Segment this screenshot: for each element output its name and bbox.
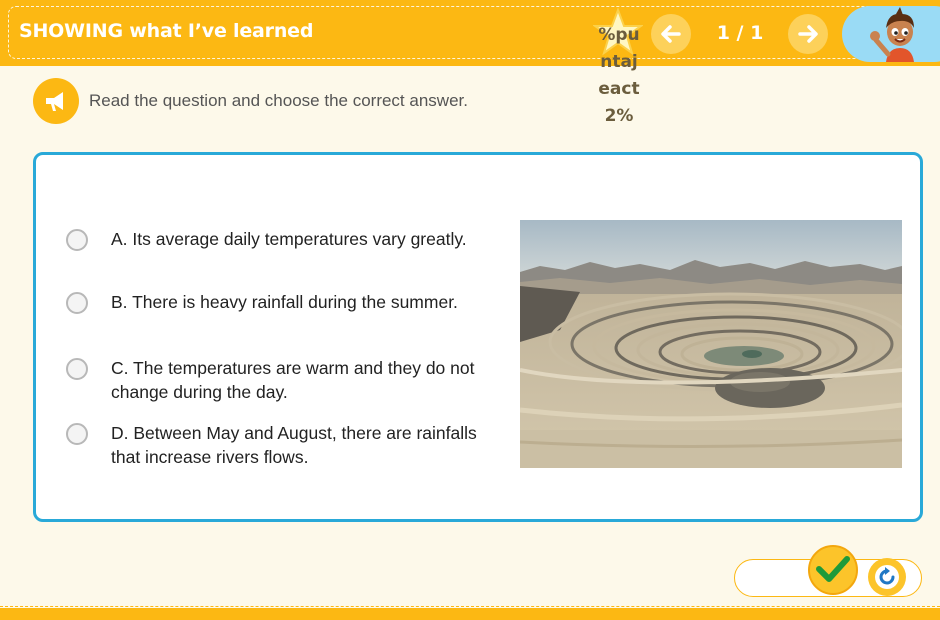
instruction-text: Read the question and choose the correct… (89, 91, 468, 110)
radio-button[interactable] (66, 292, 88, 314)
previous-button[interactable] (651, 14, 691, 54)
megaphone-icon (46, 92, 63, 111)
checkmark-icon (816, 556, 850, 582)
reset-button[interactable] (868, 558, 906, 596)
radio-button[interactable] (66, 229, 88, 251)
option-label: B. There is heavy rainfall during the su… (111, 292, 458, 312)
next-button[interactable] (788, 14, 828, 54)
option-label: A. Its average daily temperatures vary g… (111, 229, 467, 249)
option-label: C. The temperatures are warm and they do… (111, 358, 475, 402)
footer-dashed-line (0, 606, 940, 607)
radio-button[interactable] (66, 358, 88, 380)
activity-title: SHOWING what I’ve learned (19, 20, 314, 42)
open-pit-mine-desert-photo (519, 220, 912, 468)
arrow-right-icon (798, 25, 818, 43)
check-answer-button[interactable] (808, 545, 858, 595)
audio-button[interactable] (33, 78, 79, 124)
score-placeholder: %puntajeact2% (598, 25, 640, 126)
radio-button[interactable] (66, 423, 88, 445)
footer-bar (0, 608, 940, 620)
option-label: D. Between May and August, there are rai… (111, 423, 477, 467)
reset-icon (875, 565, 899, 589)
arrow-left-icon (661, 25, 681, 43)
page-indicator: 1 / 1 (716, 22, 764, 44)
boy-mascot-avatar (866, 6, 926, 62)
